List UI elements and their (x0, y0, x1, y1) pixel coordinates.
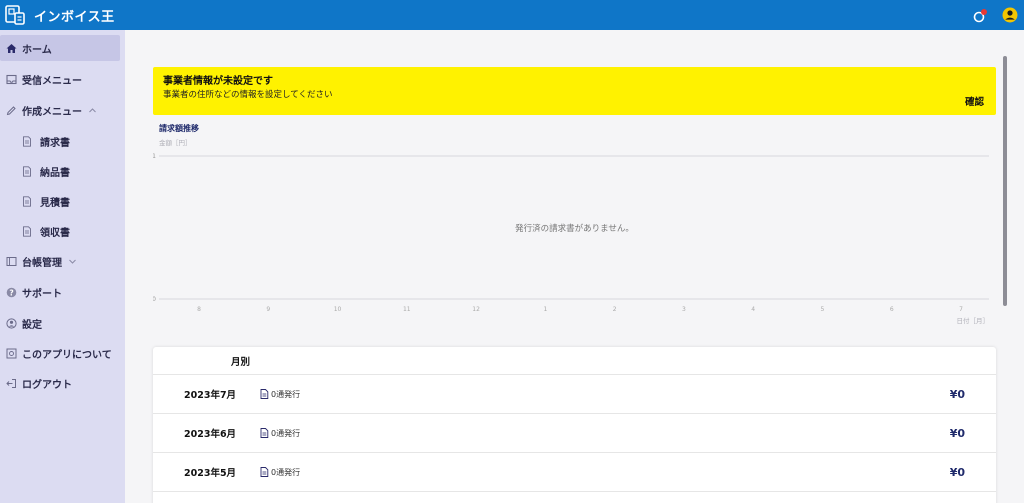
x-tick-label: 4 (751, 306, 755, 313)
row-amount: ¥0 (949, 426, 965, 440)
x-tick-label: 6 (890, 306, 894, 313)
row-issued-count: 0通発行 (260, 389, 300, 400)
help-icon: ? (5, 286, 17, 298)
x-tick-label: 1 (543, 306, 547, 313)
column-header-monthly: 月別 (231, 356, 251, 368)
row-count-text: 0通発行 (271, 428, 301, 438)
x-tick-label: 7 (959, 306, 963, 313)
sidebar-item-label: 見積書 (40, 197, 70, 209)
app-logo[interactable]: インボイス王 (4, 4, 115, 26)
sidebar-item-delivery-note[interactable]: 納品書 (0, 158, 125, 184)
sidebar-item-label: 受信メニュー (22, 75, 82, 87)
logout-icon (5, 377, 17, 389)
table-row[interactable]: 2023年5月 0通発行 ¥0 (153, 453, 996, 492)
sidebar-item-label: このアプリについて (22, 349, 112, 361)
app-header: インボイス王 (0, 0, 1024, 30)
sidebar-item-support[interactable]: ? サポート (0, 279, 125, 305)
row-month: 2023年7月 (184, 390, 237, 401)
x-tick-label: 3 (682, 306, 686, 313)
sidebar: ホーム 受信メニュー 作成メニュー 請求書 納品書 見積書 領収書 台帳管理 ?… (0, 30, 125, 503)
document-icon (260, 428, 269, 438)
chevron-up-icon (88, 106, 97, 115)
main-content: 事業者情報が未設定です 事業者の住所などの情報を設定してください 確認 請求額推… (125, 30, 1024, 503)
sidebar-item-label: 納品書 (40, 167, 70, 179)
x-axis-label: 日付［月］ (957, 316, 990, 325)
document-icon (21, 165, 33, 177)
row-month: 2023年5月 (184, 468, 237, 479)
x-tick-label: 8 (197, 306, 201, 313)
sidebar-item-about[interactable]: このアプリについて (0, 340, 125, 366)
sidebar-item-label: 作成メニュー (22, 106, 82, 118)
logo-icon (4, 4, 26, 26)
home-icon (5, 42, 17, 54)
document-icon (21, 225, 33, 237)
x-tick-label: 10 (334, 306, 342, 313)
pencil-icon (5, 104, 17, 116)
sidebar-item-ledger[interactable]: 台帳管理 (0, 248, 125, 274)
svg-text:?: ? (9, 288, 13, 297)
sidebar-item-invoice[interactable]: 請求書 (0, 128, 125, 154)
sidebar-item-logout[interactable]: ログアウト (0, 370, 125, 396)
x-tick-label: 11 (403, 306, 411, 313)
alert-message: 事業者の住所などの情報を設定してください (163, 90, 333, 100)
app-title: インボイス王 (34, 9, 115, 25)
document-icon (260, 467, 269, 477)
sidebar-item-home[interactable]: ホーム (0, 35, 120, 61)
sidebar-item-receipt[interactable]: 領収書 (0, 218, 125, 244)
table-header: 月別 (153, 347, 996, 375)
monthly-summary-table: 月別 2023年7月 0通発行 ¥0 2023年6月 0通発行 ¥0 2023年… (153, 347, 996, 503)
alert-title: 事業者情報が未設定です (163, 76, 273, 87)
row-count-text: 0通発行 (271, 467, 301, 477)
sidebar-item-quotation[interactable]: 見積書 (0, 188, 125, 214)
info-icon (5, 347, 17, 359)
ledger-icon (5, 255, 17, 267)
document-icon (21, 135, 33, 147)
row-issued-count: 0通発行 (260, 467, 300, 478)
sidebar-item-label: ホーム (22, 44, 52, 56)
table-row[interactable]: 2023年6月 0通発行 ¥0 (153, 414, 996, 453)
y-tick-label: 1 (153, 153, 156, 160)
chart-empty-message: 発行済の請求書がありません。 (515, 224, 634, 234)
sidebar-item-settings[interactable]: 設定 (0, 310, 125, 336)
row-issued-count: 0通発行 (260, 428, 300, 439)
business-info-alert: 事業者情報が未設定です 事業者の住所などの情報を設定してください 確認 (153, 67, 996, 115)
row-amount: ¥0 (949, 387, 965, 401)
sidebar-item-label: サポート (22, 288, 62, 300)
document-icon (260, 389, 269, 399)
sidebar-item-label: 設定 (22, 319, 42, 331)
invoice-amount-chart: 請求額推移 金額［円］ 0 1 8 9 10 11 12 1 2 3 4 5 6 7 日付［月］ 発行済の請求… (153, 122, 996, 327)
confirm-button[interactable]: 確認 (965, 94, 984, 108)
sidebar-item-label: 領収書 (40, 227, 70, 239)
row-amount: ¥0 (949, 465, 965, 479)
sidebar-item-inbox[interactable]: 受信メニュー (0, 66, 125, 92)
row-month: 2023年6月 (184, 429, 237, 440)
x-tick-label: 5 (821, 306, 825, 313)
account-icon[interactable] (1000, 5, 1020, 25)
scrollbar-thumb[interactable] (1003, 56, 1007, 306)
x-tick-label: 2 (613, 306, 617, 313)
document-icon (21, 195, 33, 207)
y-axis-label: 金額［円］ (159, 138, 192, 147)
x-tick-label: 9 (266, 306, 270, 313)
y-tick-label: 0 (153, 296, 156, 303)
sidebar-item-label: ログアウト (22, 379, 72, 391)
sidebar-item-create[interactable]: 作成メニュー (0, 97, 125, 123)
chevron-down-icon (68, 257, 77, 266)
sidebar-item-label: 台帳管理 (22, 257, 62, 269)
inbox-icon (5, 73, 17, 85)
sidebar-item-label: 請求書 (40, 137, 70, 149)
x-tick-label: 12 (472, 306, 480, 313)
row-count-text: 0通発行 (271, 389, 301, 399)
settings-icon (5, 317, 17, 329)
table-row[interactable]: 2023年7月 0通発行 ¥0 (153, 375, 996, 414)
notification-icon[interactable] (970, 5, 990, 25)
